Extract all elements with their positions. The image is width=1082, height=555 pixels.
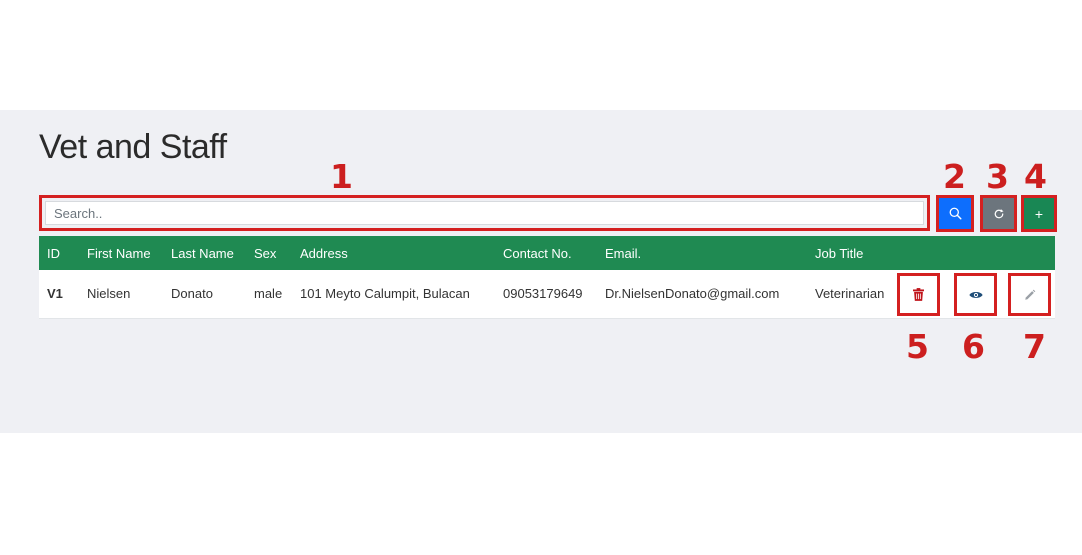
cell-first-name: Nielsen — [87, 286, 131, 302]
callout-5: 5 — [906, 327, 929, 366]
callout-7: 7 — [1023, 327, 1046, 366]
table-header: ID First Name Last Name Sex Address Cont… — [39, 236, 1055, 270]
callout-1: 1 — [330, 157, 353, 196]
delete-button[interactable] — [897, 273, 940, 316]
add-button[interactable]: + — [1024, 198, 1054, 229]
pencil-icon — [1024, 289, 1035, 300]
search-input[interactable] — [45, 201, 924, 225]
header-job-title: Job Title — [815, 245, 864, 261]
edit-button[interactable] — [1008, 273, 1051, 316]
cell-job-title: Veterinarian — [815, 286, 885, 302]
callout-2: 2 — [943, 157, 966, 196]
header-contact: Contact No. — [503, 245, 572, 261]
header-actions — [895, 236, 1055, 270]
header-last-name: Last Name — [171, 245, 234, 261]
eye-icon — [968, 291, 983, 298]
search-button[interactable] — [939, 198, 971, 229]
cell-contact: 09053179649 — [503, 286, 583, 302]
cell-sex: male — [254, 286, 283, 302]
callout-6: 6 — [962, 327, 985, 366]
header-sex: Sex — [254, 245, 277, 261]
page-title: Vet and Staff — [39, 128, 227, 166]
cell-last-name: Donato — [171, 286, 213, 302]
refresh-icon — [994, 208, 1003, 218]
header-email: Email. — [605, 245, 642, 261]
callout-3: 3 — [986, 157, 1009, 196]
header-first-name: First Name — [87, 245, 151, 261]
view-button[interactable] — [954, 273, 997, 316]
search-highlight — [39, 195, 930, 231]
search-icon — [949, 207, 962, 220]
cell-email: Dr.NielsenDonato@gmail.com — [605, 286, 780, 302]
header-id: ID — [47, 245, 60, 261]
refresh-button[interactable] — [983, 198, 1014, 229]
header-address: Address — [300, 245, 348, 261]
callout-4: 4 — [1024, 157, 1047, 196]
cell-address: 101 Meyto Calumpit, Bulacan — [300, 286, 470, 302]
trash-icon — [913, 288, 924, 301]
cell-id: V1 — [47, 286, 63, 302]
